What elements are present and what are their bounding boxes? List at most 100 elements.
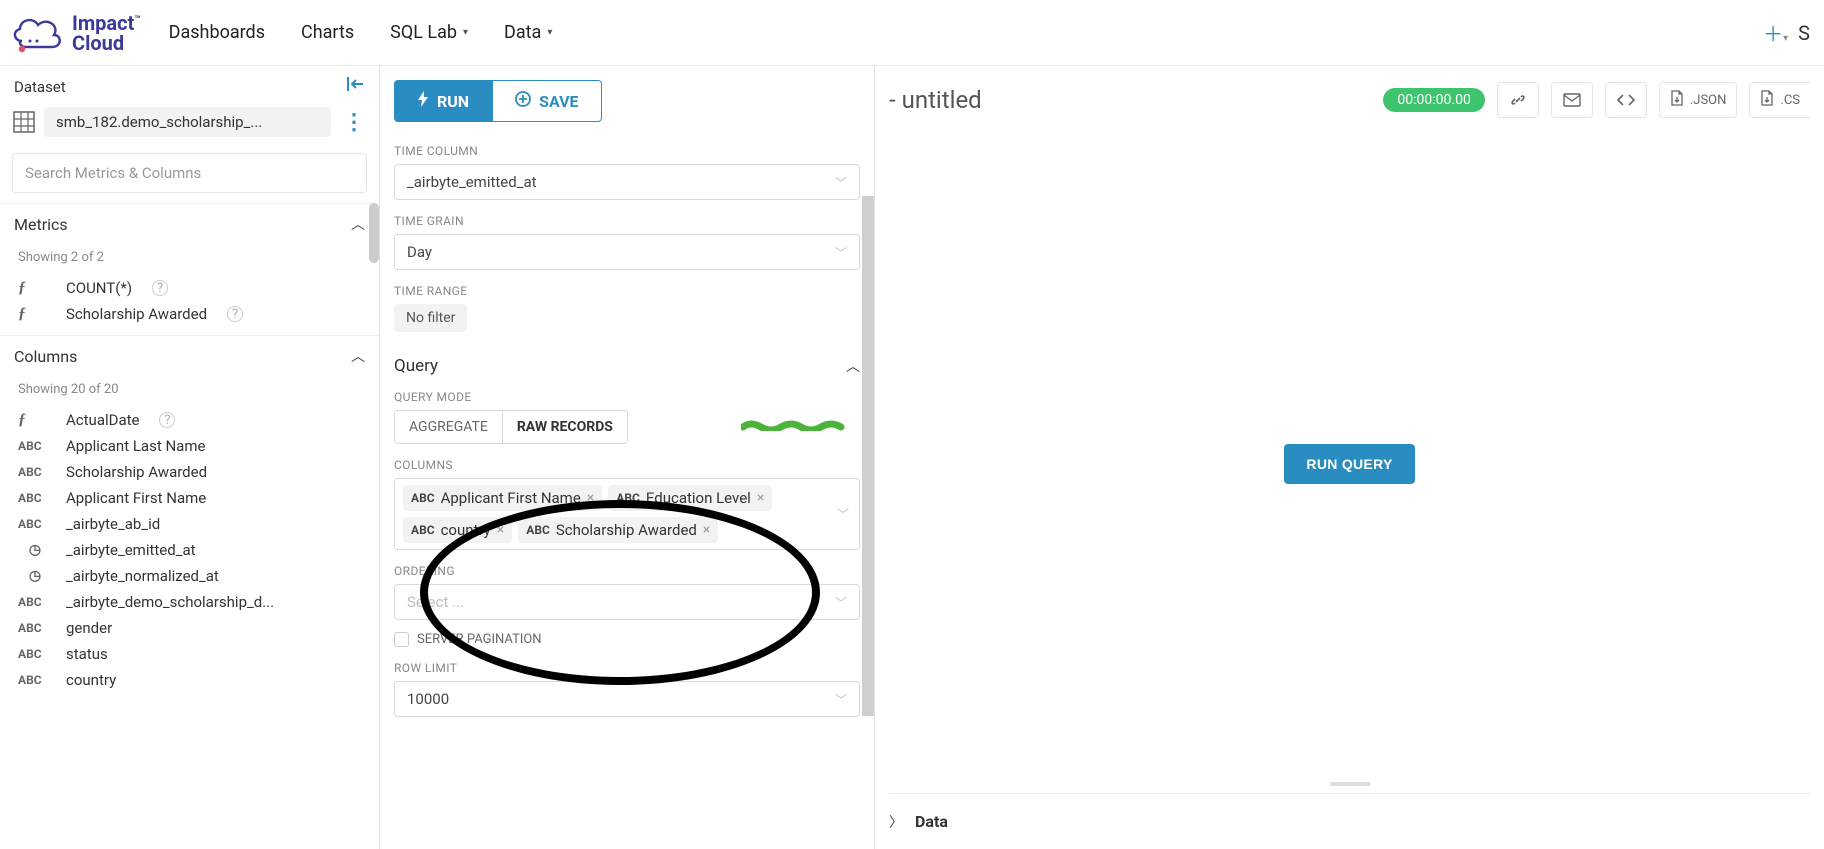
run-query-button[interactable]: RUN QUERY <box>1284 444 1414 484</box>
column-item[interactable]: ABCstatus <box>18 641 361 667</box>
column-item[interactable]: ◷_airbyte_normalized_at <box>18 563 361 589</box>
caret-down-icon: ▾ <box>463 27 468 38</box>
time-column-label: TIME COLUMN <box>394 144 860 158</box>
dataset-more-icon[interactable]: ⋮ <box>339 110 367 135</box>
nav-dashboards[interactable]: Dashboards <box>169 22 265 43</box>
dataset-chip[interactable]: smb_182.demo_scholarship_... <box>44 107 331 137</box>
column-label: ActualDate <box>66 411 139 429</box>
row-limit-select[interactable]: 10000﹀ <box>394 681 860 717</box>
tag-label: country <box>441 521 491 539</box>
metric-item[interactable]: ƒScholarship Awarded? <box>18 301 361 327</box>
column-tag[interactable]: ABC country × <box>403 517 512 543</box>
brand-logo[interactable]: Impact™ Cloud <box>10 11 141 55</box>
help-icon[interactable]: ? <box>159 412 175 428</box>
column-item[interactable]: ABCApplicant First Name <box>18 485 361 511</box>
column-item[interactable]: ABC_airbyte_demo_scholarship_d... <box>18 589 361 615</box>
column-label: Applicant First Name <box>66 489 206 507</box>
sidebar-scrollbar[interactable] <box>369 203 379 263</box>
timer-pill: 00:00:00.00 <box>1383 88 1484 112</box>
query-mode-label: QUERY MODE <box>394 390 860 404</box>
nav-data[interactable]: Data▾ <box>504 22 552 43</box>
results-footer[interactable]: 〉 Data <box>889 793 1810 849</box>
brand-text: Impact™ Cloud <box>72 13 141 53</box>
column-item[interactable]: ABCgender <box>18 615 361 641</box>
time-grain-label: TIME GRAIN <box>394 214 860 228</box>
results-panel: - untitled 00:00:00.00 .JSON .CS RUN QUE… <box>875 66 1824 849</box>
column-label: country <box>66 671 116 689</box>
metrics-count: Showing 2 of 2 <box>0 244 379 275</box>
columns-tagbox[interactable]: ABCApplicant First Name×ABCEducation Lev… <box>394 478 860 550</box>
code-icon[interactable] <box>1605 82 1647 118</box>
column-tag[interactable]: ABCApplicant First Name× <box>403 485 602 511</box>
column-label: _airbyte_ab_id <box>66 515 160 533</box>
columns-section-header[interactable]: Columns ︿ <box>0 335 379 376</box>
nav-sqllab[interactable]: SQL Lab▾ <box>390 22 468 43</box>
column-item[interactable]: ƒ ActualDate? <box>18 407 361 433</box>
column-tag[interactable]: ABC Education Level × <box>608 485 772 511</box>
server-pagination-row[interactable]: SERVER PAGINATION <box>394 632 860 647</box>
time-grain-select[interactable]: Day﹀ <box>394 234 860 270</box>
nav-charts[interactable]: Charts <box>301 22 354 43</box>
column-tag[interactable]: ABC Scholarship Awarded × <box>518 517 718 543</box>
query-section-header[interactable]: Query ︿ <box>394 356 860 376</box>
highlight-scribble <box>741 419 851 431</box>
function-icon: ƒ <box>18 411 52 429</box>
checkbox-icon[interactable] <box>394 632 409 647</box>
raw-records-mode-button[interactable]: RAW RECORDS <box>502 411 627 443</box>
search-input[interactable]: Search Metrics & Columns <box>12 153 367 193</box>
tag-label: Education Level <box>646 489 751 507</box>
chevron-right-icon: 〉 <box>889 812 903 832</box>
help-icon[interactable]: ? <box>152 280 168 296</box>
chevron-down-icon: ﹀ <box>835 594 847 611</box>
abc-icon: ABC <box>616 491 640 505</box>
settings-letter[interactable]: S <box>1798 21 1810 45</box>
sidebar-title: Dataset <box>14 78 66 96</box>
new-button[interactable]: ＋▾ <box>1763 18 1788 47</box>
aggregate-mode-button[interactable]: AGGREGATE <box>395 411 502 443</box>
data-tab-label[interactable]: Data <box>915 812 948 831</box>
link-icon[interactable] <box>1497 82 1539 118</box>
file-icon <box>1760 90 1774 110</box>
caret-down-icon: ▾ <box>547 27 552 38</box>
ordering-select[interactable]: Select ...﹀ <box>394 584 860 620</box>
time-range-pill[interactable]: No filter <box>394 304 467 332</box>
mail-icon[interactable] <box>1551 82 1593 118</box>
help-icon[interactable]: ? <box>227 306 243 322</box>
column-label: _airbyte_normalized_at <box>66 567 219 585</box>
abc-icon: ABC <box>411 523 435 537</box>
abc-icon: ABC <box>526 523 550 537</box>
main: Dataset smb_182.demo_scholarship_... ⋮ S… <box>0 66 1824 849</box>
abc-icon: ABC <box>411 491 435 505</box>
column-item[interactable]: ABCcountry <box>18 667 361 693</box>
remove-tag-icon[interactable]: × <box>587 490 594 506</box>
metric-item[interactable]: ƒCOUNT(*)? <box>18 275 361 301</box>
sidebar-header: Dataset <box>0 66 379 103</box>
collapse-sidebar-icon[interactable] <box>347 76 365 97</box>
file-icon <box>1670 90 1684 110</box>
column-item[interactable]: ABC_airbyte_ab_id <box>18 511 361 537</box>
clock-icon: ◷ <box>18 542 52 558</box>
metrics-section-header[interactable]: Metrics ︿ <box>0 203 379 244</box>
chevron-down-icon: ﹀ <box>835 174 847 191</box>
remove-tag-icon[interactable]: × <box>703 522 710 538</box>
row-limit-label: ROW LIMIT <box>394 661 860 675</box>
time-column-select[interactable]: _airbyte_emitted_at﹀ <box>394 164 860 200</box>
run-button[interactable]: RUN <box>394 80 492 122</box>
column-item[interactable]: ABCScholarship Awarded <box>18 459 361 485</box>
chevron-down-icon: ﹀ <box>835 244 847 261</box>
query-mode-segment: AGGREGATE RAW RECORDS <box>394 410 628 444</box>
remove-tag-icon[interactable]: × <box>497 522 504 538</box>
metric-label: COUNT(*) <box>66 279 132 297</box>
export-csv-button[interactable]: .CS <box>1749 82 1810 118</box>
chart-title[interactable]: - untitled <box>889 86 982 114</box>
column-item[interactable]: ABCApplicant Last Name <box>18 433 361 459</box>
abc-icon: ABC <box>18 439 52 453</box>
save-button[interactable]: SAVE <box>492 80 601 122</box>
function-icon: ƒ <box>18 305 52 323</box>
plus-circle-icon <box>515 91 531 111</box>
column-item[interactable]: ◷_airbyte_emitted_at <box>18 537 361 563</box>
remove-tag-icon[interactable]: × <box>757 490 764 506</box>
export-json-button[interactable]: .JSON <box>1659 82 1738 118</box>
tag-label: Scholarship Awarded <box>556 521 697 539</box>
drag-handle-icon[interactable] <box>1330 782 1370 786</box>
